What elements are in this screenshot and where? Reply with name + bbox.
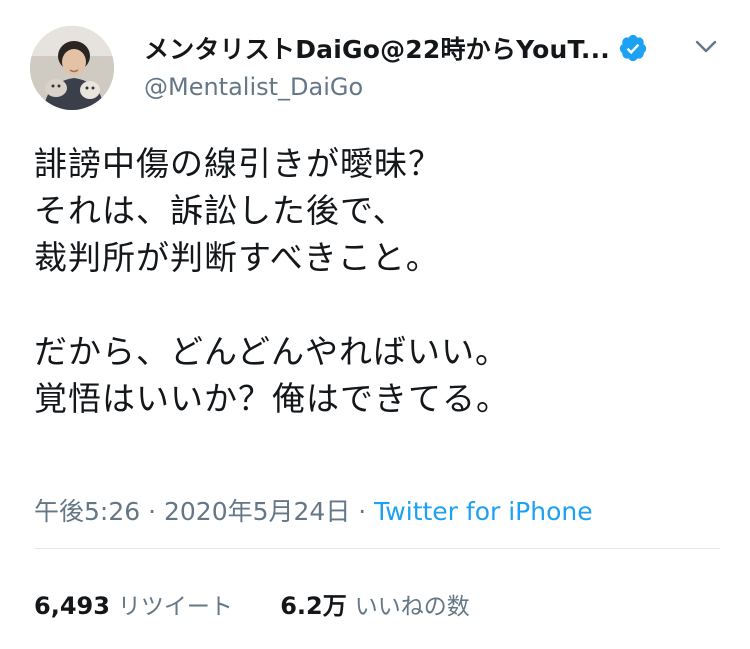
tweet-text-line: 誹謗中傷の線引きが曖昧？ xyxy=(34,144,442,183)
avatar-image xyxy=(30,26,114,110)
tweet-time[interactable]: 午後5:26 xyxy=(34,497,140,526)
retweets-count: 6,493 xyxy=(34,592,110,620)
tweet-stats: 6,493 リツイート 6.2万 いいねの数 xyxy=(34,588,510,624)
divider xyxy=(34,548,720,549)
tweet-menu-button[interactable] xyxy=(688,32,724,62)
tweet-source-link[interactable]: Twitter for iPhone xyxy=(374,497,592,526)
author-block: メンタリストDaiGo@22時からYouT... @Mentalist_DaiG… xyxy=(144,28,664,104)
tweet-detail: メンタリストDaiGo@22時からYouT... @Mentalist_DaiG… xyxy=(0,0,750,649)
tweet-text-line: だから、どんどんやればいい。 xyxy=(34,332,510,371)
chevron-down-icon xyxy=(695,40,717,53)
meta-separator: · xyxy=(350,497,375,526)
tweet-text: 誹謗中傷の線引きが曖昧？ それは、訴訟した後で、 裁判所が判断すべきこと。 だか… xyxy=(34,140,724,422)
tweet-text-line: 覚悟はいいか？俺はできてる。 xyxy=(34,379,510,418)
meta-separator: · xyxy=(140,497,164,526)
display-name[interactable]: メンタリストDaiGo@22時からYouT... xyxy=(144,30,610,66)
likes-stat[interactable]: 6.2万 いいねの数 xyxy=(280,588,470,625)
likes-count: 6.2万 xyxy=(280,592,347,620)
tweet-date[interactable]: 2020年5月24日 xyxy=(164,497,350,526)
tweet-meta: 午後5:26 · 2020年5月24日 · Twitter for iPhone xyxy=(34,494,593,530)
tweet-text-line xyxy=(34,281,724,328)
likes-label: いいねの数 xyxy=(354,594,470,620)
tweet-text-line: それは、訴訟した後で、 xyxy=(34,191,407,230)
retweets-stat[interactable]: 6,493 リツイート xyxy=(34,588,233,625)
handle[interactable]: @Mentalist_DaiGo xyxy=(144,70,664,104)
avatar[interactable] xyxy=(30,26,114,110)
retweets-label: リツイート xyxy=(117,594,233,620)
tweet-text-line: 裁判所が判断すべきこと。 xyxy=(34,238,440,277)
name-row: メンタリストDaiGo@22時からYouT... xyxy=(144,28,664,68)
verified-badge-icon xyxy=(618,33,648,63)
